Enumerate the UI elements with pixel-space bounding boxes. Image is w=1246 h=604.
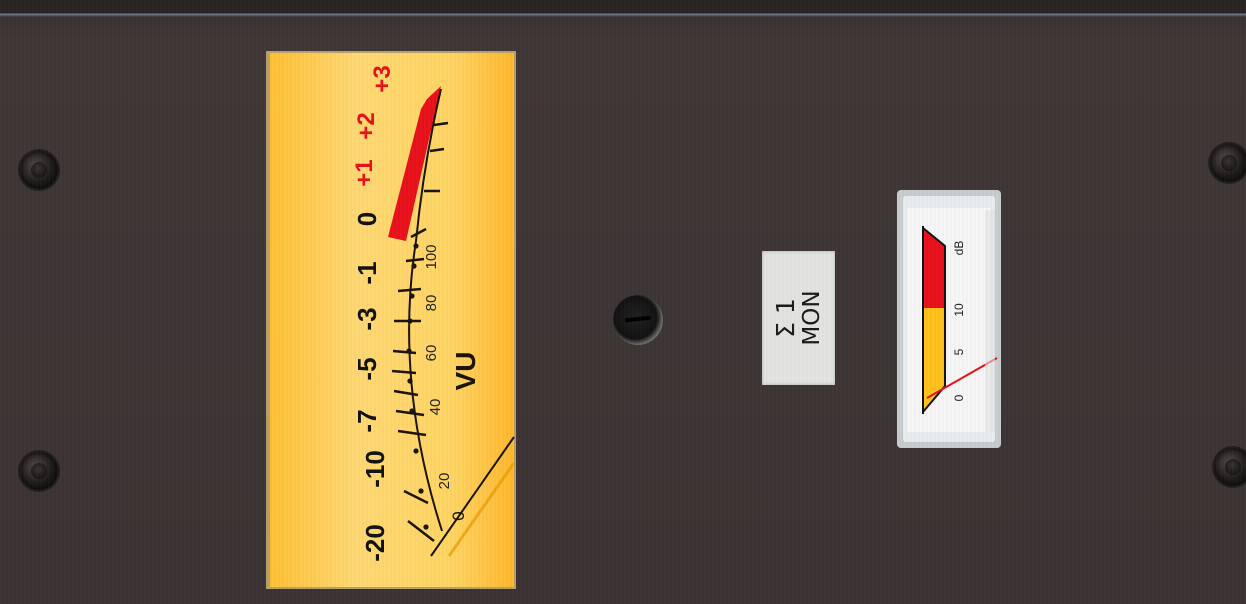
small-meter-scale-label: 5 xyxy=(952,348,966,355)
vu-scale-label-red: +3 xyxy=(369,65,396,92)
channel-label-line1: Σ 1 xyxy=(770,298,800,338)
vu-percent-label: 40 xyxy=(427,399,444,416)
screw-bottom-right xyxy=(1214,448,1246,486)
small-meter-face: 0 5 10 dB xyxy=(897,190,1001,448)
vu-dot xyxy=(418,488,424,494)
small-meter-scale-label: 10 xyxy=(952,303,966,317)
vu-dot xyxy=(423,524,429,530)
vu-scale-label: -7 xyxy=(352,409,382,432)
vu-unit-label: VU xyxy=(450,352,481,391)
screw-top-left xyxy=(20,151,58,189)
vu-meter-face: -20-10-7-5-3-10 +1+2+3 20406080100 VU 0 xyxy=(266,51,516,589)
calibration-trim-screw[interactable] xyxy=(613,295,663,345)
vu-scale-label: -5 xyxy=(352,357,382,380)
vu-dot xyxy=(406,348,412,354)
screw-top-right xyxy=(1210,144,1246,182)
vu-scale-label-red: +1 xyxy=(351,159,378,186)
vu-percent-label: 60 xyxy=(423,345,440,362)
vu-scale-label: -3 xyxy=(352,307,382,330)
channel-label: Σ 1 MON xyxy=(762,251,835,385)
front-panel: -20 -10 -7 -5 -3 -1 0 +1 +2 +3 20 40 60 80 100 VU 0 … xyxy=(0,0,1246,604)
screw-bottom-left xyxy=(20,452,58,490)
small-meter: 0 5 10 dB xyxy=(897,190,1001,448)
small-meter-scale-label: 0 xyxy=(952,394,966,401)
vu-dot xyxy=(409,293,415,299)
vu-scale-label: -20 xyxy=(360,524,390,562)
vu-scale-label-red: +2 xyxy=(353,112,380,139)
vu-dot xyxy=(407,378,413,384)
vu-dot xyxy=(413,243,419,249)
vu-percent-label: 20 xyxy=(436,473,453,490)
vu-scale-label: -10 xyxy=(360,450,390,488)
vu-dot xyxy=(413,448,419,454)
vu-scale-label: 0 xyxy=(352,212,382,226)
vu-meter: -20 -10 -7 -5 -3 -1 0 +1 +2 +3 20 40 60 80 100 VU 0 xyxy=(266,51,516,589)
vu-pivot-label: 0 xyxy=(449,511,468,520)
vu-scale-label: -1 xyxy=(352,261,382,284)
vu-dot xyxy=(409,408,415,414)
vu-dot xyxy=(407,318,413,324)
vu-percent-label: 100 xyxy=(423,244,440,269)
vu-percent-label: 80 xyxy=(423,295,440,312)
small-meter-scale-label: dB xyxy=(952,241,966,256)
channel-label-line2: MON xyxy=(798,290,825,346)
vu-dot xyxy=(411,263,417,269)
